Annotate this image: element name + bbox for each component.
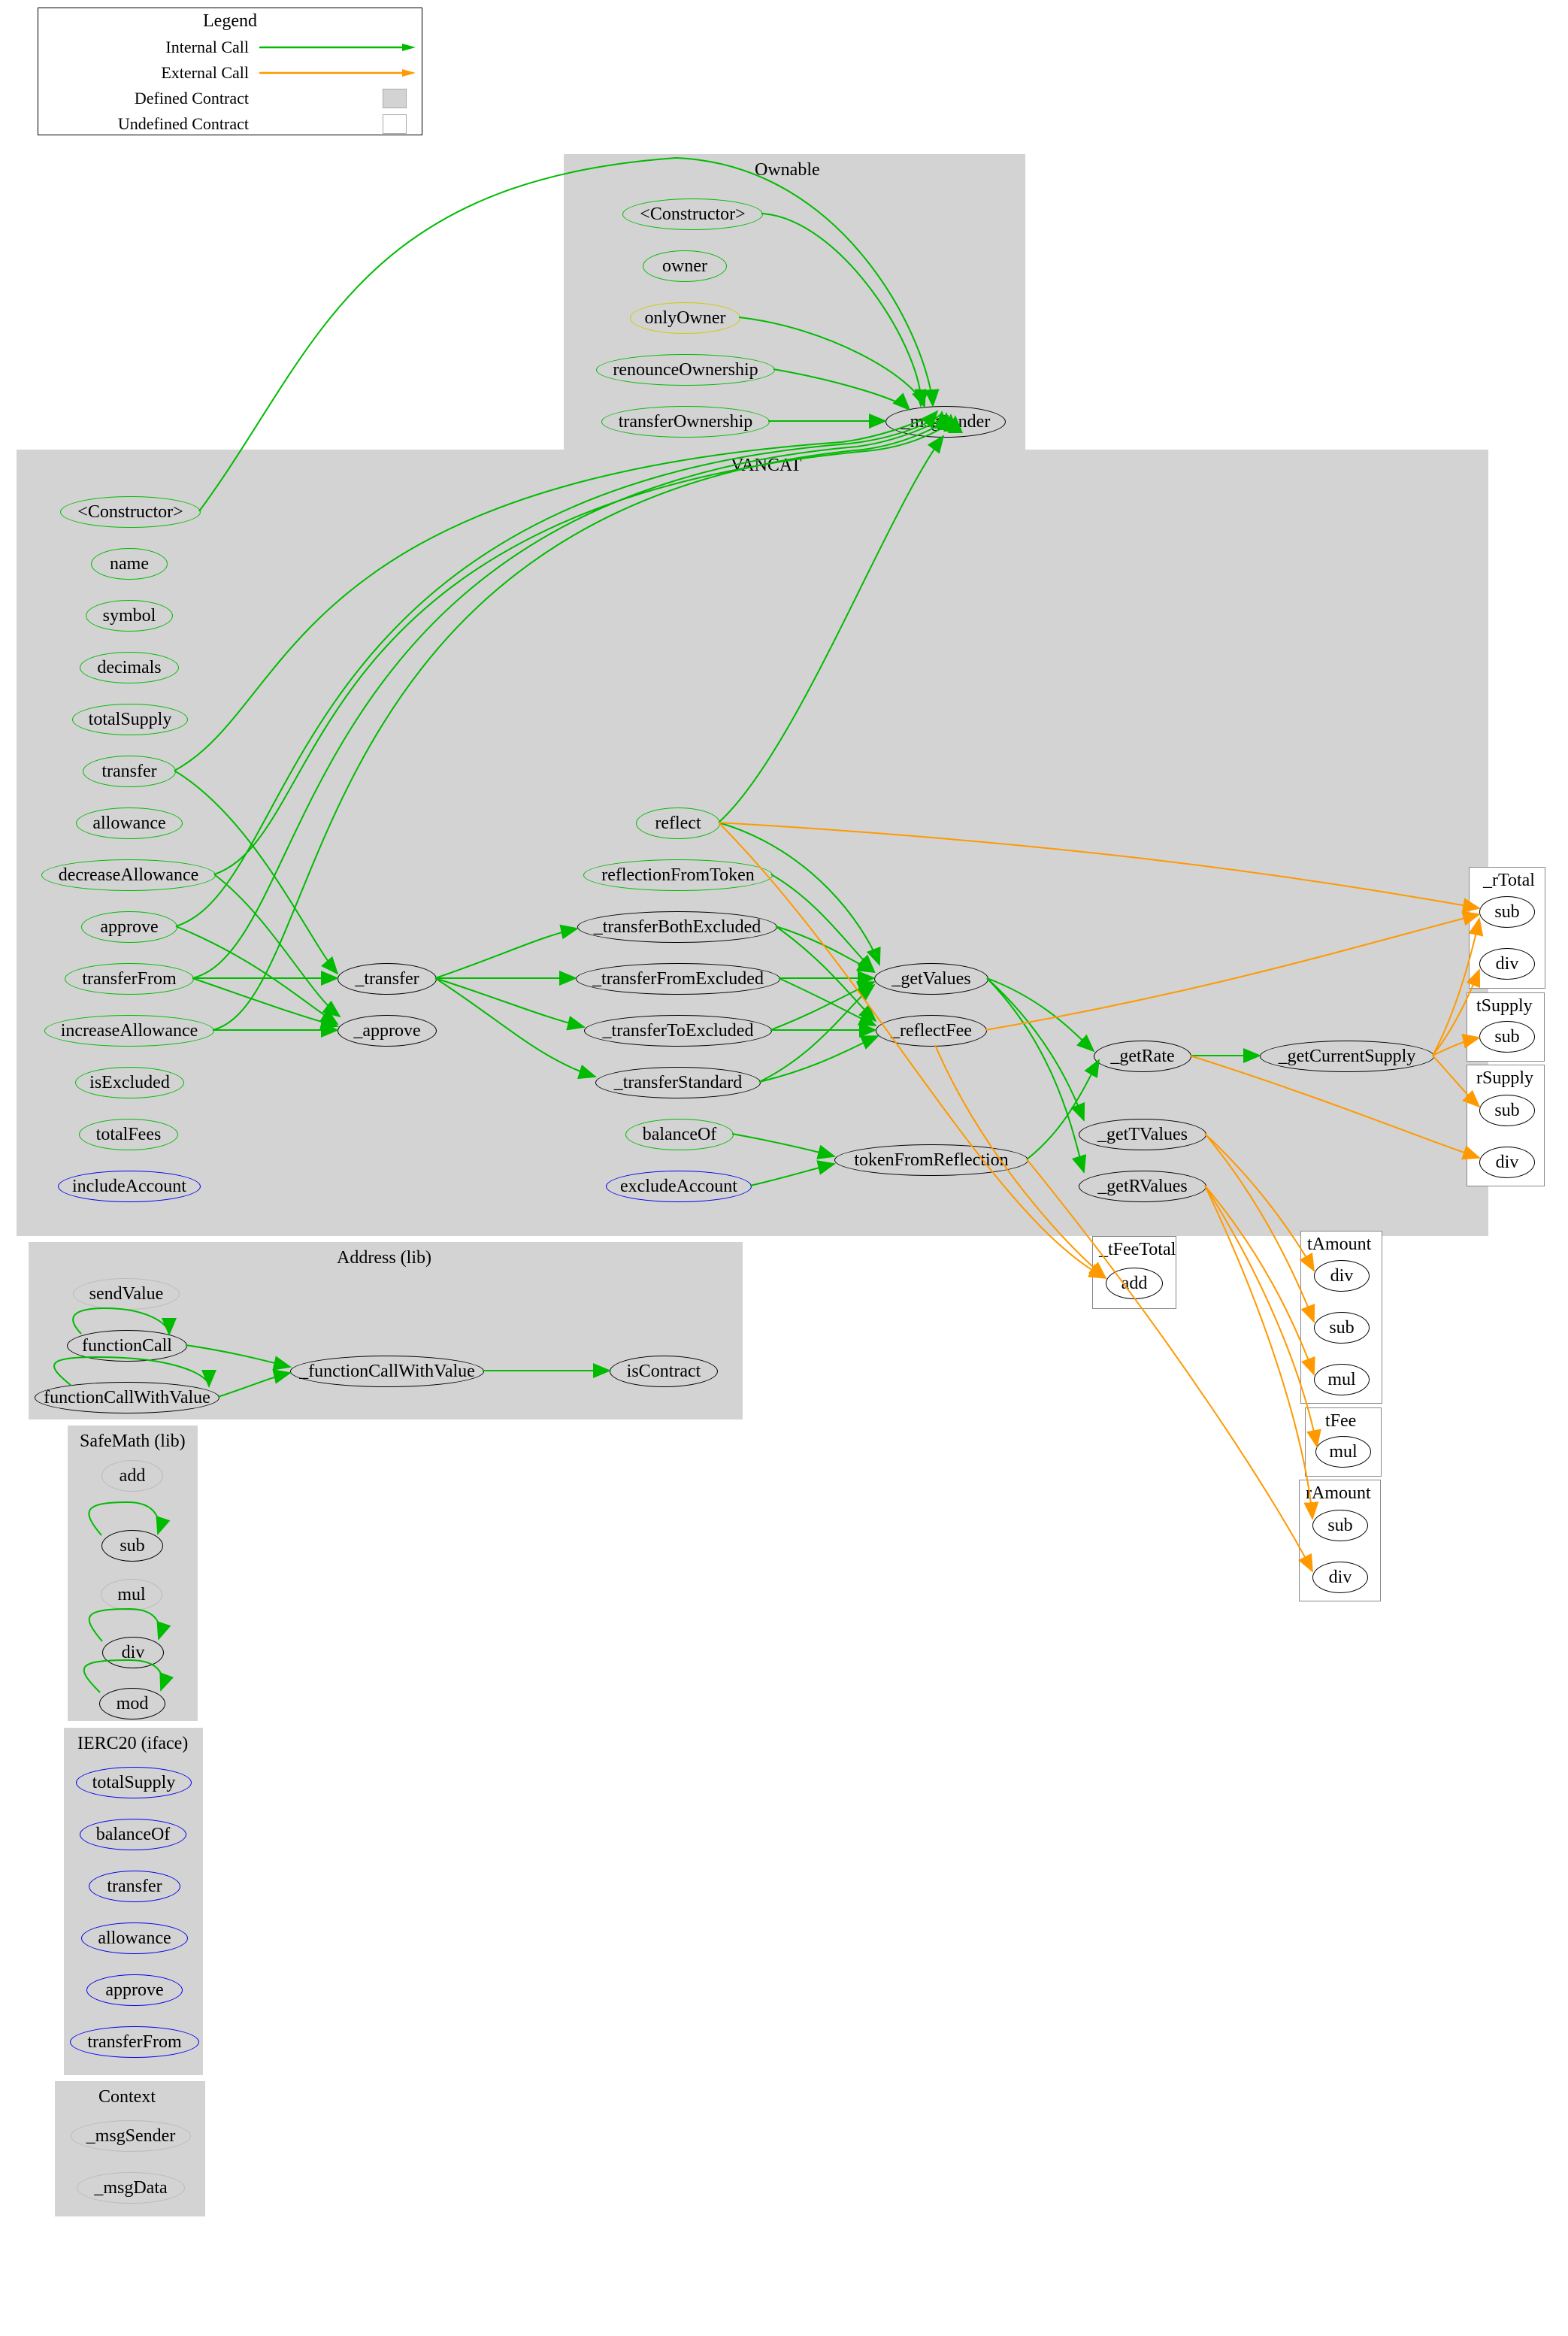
node-safemath-mod: mod	[99, 1688, 165, 1719]
node-rtotal-div: div	[1479, 948, 1535, 980]
node-safemath-div: div	[102, 1637, 164, 1668]
legend-title: Legend	[38, 8, 422, 35]
node-ownable-constructor: <Constructor>	[622, 198, 763, 230]
node-vancat-tokenfromrefl: tokenFromReflection	[834, 1144, 1028, 1176]
node-vancat-getvalues: _getValues	[874, 963, 988, 995]
cluster-title-ownable: Ownable	[755, 160, 820, 180]
node-address-iscontract: isContract	[610, 1356, 718, 1387]
node-vancat-decallow: decreaseAllowance	[41, 859, 216, 891]
node-tsupply-sub: sub	[1479, 1021, 1535, 1053]
cluster-title-rtotal: _rTotal	[1483, 871, 1535, 891]
node-address-functioncallwv-internal: _functionCallWithValue	[290, 1356, 484, 1387]
node-ownable-renounce: renounceOwnership	[596, 354, 775, 386]
cluster-title-ierc20: IERC20 (iface)	[77, 1734, 188, 1754]
legend-row-external: External Call	[38, 60, 422, 86]
node-tamount-sub: sub	[1314, 1312, 1370, 1344]
node-safemath-mul: mul	[101, 1579, 162, 1610]
cluster-title-ramount: rAmount	[1306, 1483, 1371, 1504]
legend-label: Defined Contract	[38, 89, 259, 108]
cluster-title-rsupply: rSupply	[1476, 1068, 1533, 1089]
legend-arrow-external	[259, 62, 417, 84]
cluster-title-tfee: tFee	[1325, 1411, 1356, 1432]
node-rsupply-div: div	[1479, 1147, 1535, 1178]
legend-row-undefined: Undefined Contract	[38, 111, 422, 137]
node-tamount-mul: mul	[1314, 1364, 1370, 1395]
node-vancat-reflectfee: _reflectFee	[876, 1015, 987, 1047]
node-rsupply-sub: sub	[1479, 1095, 1535, 1126]
node-vancat-transfer-internal: _transfer	[338, 963, 437, 995]
legend-box: Legend Internal Call External Call Defin…	[38, 8, 422, 135]
node-vancat-balanceof: balanceOf	[625, 1119, 734, 1150]
node-vancat-xfertoex: _transferToExcluded	[584, 1015, 772, 1047]
node-ownable-transferownership: transferOwnership	[601, 406, 770, 438]
node-ierc20-totalsupply: totalSupply	[76, 1767, 192, 1798]
node-ierc20-balanceof: balanceOf	[80, 1819, 186, 1850]
node-vancat-incallow: increaseAllowance	[44, 1015, 214, 1047]
node-vancat-getrvalues: _getRValues	[1079, 1171, 1206, 1202]
cluster-title-address: Address (lib)	[337, 1248, 431, 1268]
cluster-vancat: VANCAT	[17, 450, 1488, 1236]
node-vancat-approve: approve	[81, 911, 177, 943]
node-vancat-transfer: transfer	[83, 756, 176, 787]
node-vancat-constructor: <Constructor>	[60, 496, 201, 528]
cluster-title-tamount: tAmount	[1307, 1235, 1371, 1255]
node-vancat-isexcluded: isExcluded	[75, 1067, 184, 1098]
node-vancat-reflfromtoken: reflectionFromToken	[583, 859, 773, 891]
cluster-title-vancat: VANCAT	[731, 456, 801, 476]
node-vancat-includeaccount: includeAccount	[58, 1171, 201, 1202]
node-tfee-mul: mul	[1315, 1436, 1371, 1468]
node-msgsender: _msgSender	[885, 406, 1006, 438]
node-address-sendvalue: sendValue	[73, 1278, 180, 1310]
node-ownable-owner: owner	[643, 250, 727, 282]
node-ierc20-approve: approve	[86, 1974, 183, 2006]
node-vancat-excludeaccount: excludeAccount	[606, 1171, 752, 1202]
cluster-title-tsupply: tSupply	[1476, 996, 1533, 1017]
legend-arrow-internal	[259, 36, 417, 59]
node-vancat-getcursupply: _getCurrentSupply	[1260, 1041, 1434, 1072]
legend-swatch-undefined	[383, 114, 407, 134]
node-vancat-xferstd: _transferStandard	[595, 1067, 761, 1098]
node-ramount-sub: sub	[1312, 1510, 1368, 1541]
cluster-title-tfeetotal: _tFeeTotal	[1099, 1240, 1176, 1260]
node-ierc20-allowance: allowance	[81, 1922, 188, 1954]
node-vancat-reflect: reflect	[636, 807, 720, 839]
legend-swatch-defined	[383, 89, 407, 108]
cluster-ownable: Ownable	[564, 154, 1025, 450]
node-context-msgdata: _msgData	[77, 2172, 185, 2204]
node-rtotal-sub: sub	[1479, 896, 1535, 928]
node-tamount-div: div	[1314, 1260, 1370, 1292]
node-vancat-symbol: symbol	[86, 600, 173, 632]
legend-label: External Call	[38, 63, 259, 83]
node-vancat-name: name	[91, 548, 168, 580]
legend-label: Undefined Contract	[38, 114, 259, 134]
node-vancat-gettvalues: _getTValues	[1079, 1119, 1206, 1150]
node-ownable-onlyowner: onlyOwner	[630, 302, 740, 334]
node-vancat-decimals: decimals	[80, 652, 179, 683]
legend-row-defined: Defined Contract	[38, 86, 422, 111]
node-ierc20-transferfrom: transferFrom	[70, 2026, 199, 2058]
node-vancat-totalsupply: totalSupply	[72, 704, 188, 735]
cluster-title-context: Context	[98, 2087, 156, 2107]
node-safemath-add: add	[101, 1460, 163, 1492]
node-vancat-allowance: allowance	[76, 807, 183, 839]
node-tfeetotal-add: add	[1106, 1268, 1163, 1299]
node-vancat-xferboth: _transferBothExcluded	[577, 911, 777, 943]
node-vancat-transferfrom: transferFrom	[65, 963, 194, 995]
node-context-msgsender: _msgSender	[71, 2120, 191, 2152]
node-address-functioncallwv: functionCallWithValue	[35, 1382, 219, 1413]
node-address-functioncall: functionCall	[67, 1330, 187, 1362]
node-ramount-div: div	[1312, 1562, 1368, 1593]
node-vancat-getrate: _getRate	[1094, 1041, 1191, 1072]
node-safemath-sub: sub	[101, 1530, 163, 1562]
node-vancat-approve-internal: _approve	[338, 1015, 437, 1047]
legend-label: Internal Call	[38, 38, 259, 57]
node-ierc20-transfer: transfer	[89, 1871, 180, 1902]
legend-row-internal: Internal Call	[38, 35, 422, 60]
cluster-title-safemath: SafeMath (lib)	[80, 1432, 186, 1452]
node-vancat-xferfromex: _transferFromExcluded	[576, 963, 780, 995]
node-vancat-totalfees: totalFees	[79, 1119, 178, 1150]
